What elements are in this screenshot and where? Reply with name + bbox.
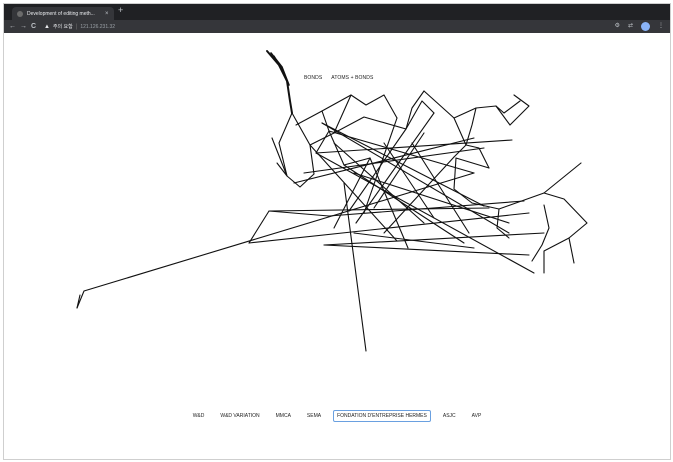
url-separator: | bbox=[75, 23, 78, 30]
new-tab-button[interactable]: + bbox=[118, 6, 123, 15]
bond bbox=[353, 232, 475, 249]
profile-avatar[interactable] bbox=[641, 22, 650, 31]
translate-icon[interactable]: ⇄ bbox=[628, 22, 633, 31]
bond bbox=[496, 208, 510, 239]
view-bonds[interactable]: BONDS bbox=[304, 75, 322, 81]
tab-title: Development of editing meth... bbox=[27, 10, 95, 17]
bottom-nav: W&D W&D VARIATION MMCA SEMA FONDATION D'… bbox=[4, 410, 670, 422]
browser-toolbar: ← → C ▲ 주의 요함 | 121.126.231.32 ⚙ ⇄ ⋮ bbox=[4, 20, 670, 33]
bond bbox=[309, 94, 398, 146]
page-content: BONDS ATOMS + BONDS W&D W&D VARIATION MM… bbox=[4, 33, 670, 459]
nav-wd-variation[interactable]: W&D VARIATION bbox=[216, 410, 263, 422]
bond bbox=[343, 182, 367, 352]
molecule-graph bbox=[76, 50, 588, 352]
bond bbox=[453, 157, 490, 204]
toolbar-right: ⚙ ⇄ ⋮ bbox=[615, 22, 664, 31]
bond bbox=[273, 55, 285, 74]
nav-avp[interactable]: AVP bbox=[468, 410, 486, 422]
view-atoms-bonds[interactable]: ATOMS + BONDS bbox=[331, 75, 373, 81]
close-tab-icon[interactable]: × bbox=[105, 11, 109, 17]
favicon-icon bbox=[17, 10, 23, 17]
browser-window: Development of editing meth... × + ← → C… bbox=[3, 3, 671, 460]
bond bbox=[543, 237, 570, 274]
menu-icon[interactable]: ⋮ bbox=[658, 22, 664, 31]
bond bbox=[543, 192, 588, 264]
bond bbox=[315, 152, 535, 274]
security-status[interactable]: 주의 요함 bbox=[53, 23, 73, 30]
browser-tab[interactable]: Development of editing meth... × bbox=[12, 7, 114, 20]
bond bbox=[278, 112, 315, 188]
nav-fondation-hermes[interactable]: FONDATION D'ENTREPRISE HERMES bbox=[333, 410, 431, 422]
forward-icon[interactable]: → bbox=[20, 22, 27, 31]
bond bbox=[295, 110, 330, 154]
tab-strip: Development of editing meth... × + bbox=[4, 4, 670, 20]
view-switch: BONDS ATOMS + BONDS bbox=[304, 75, 373, 81]
bond bbox=[353, 172, 510, 224]
warning-icon[interactable]: ▲ bbox=[44, 24, 50, 30]
address-bar[interactable]: ▲ 주의 요함 | 121.126.231.32 bbox=[44, 22, 604, 31]
reload-icon[interactable]: C bbox=[31, 22, 36, 31]
nav-asjc[interactable]: ASJC bbox=[439, 410, 460, 422]
bond bbox=[321, 94, 352, 112]
url-text[interactable]: 121.126.231.32 bbox=[80, 24, 115, 30]
nav-sema[interactable]: SEMA bbox=[303, 410, 325, 422]
bond bbox=[373, 132, 425, 209]
bond bbox=[268, 207, 490, 212]
bond bbox=[355, 112, 435, 224]
back-icon[interactable]: ← bbox=[9, 22, 16, 31]
nav-wd[interactable]: W&D bbox=[189, 410, 209, 422]
extension-icon[interactable]: ⚙ bbox=[615, 22, 620, 31]
bond bbox=[323, 244, 530, 256]
bond bbox=[471, 162, 582, 210]
nav-mmca[interactable]: MMCA bbox=[272, 410, 295, 422]
